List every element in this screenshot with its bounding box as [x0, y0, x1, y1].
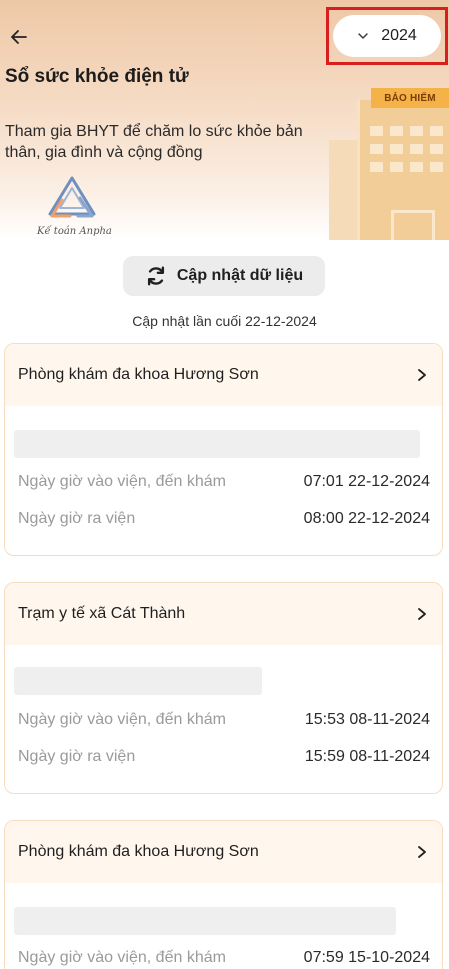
year-selector[interactable]: 2024: [333, 15, 441, 57]
checkout-row: Ngày giờ ra viện 08:00 22-12-2024: [18, 510, 430, 528]
insurance-sign: BẢO HIỂM: [371, 88, 449, 108]
record-card-header[interactable]: Trạm y tế xã Cát Thành: [5, 583, 442, 645]
chevron-right-icon: [418, 608, 426, 620]
loading-placeholder: [14, 667, 262, 695]
checkin-value: 15:53 08-11-2024: [304, 711, 430, 728]
checkin-label: Ngày giờ vào viện, đến khám: [18, 711, 226, 728]
update-data-button[interactable]: Cập nhật dữ liệu: [123, 256, 325, 296]
chevron-right-icon: [418, 846, 426, 858]
back-arrow-icon: [11, 30, 27, 44]
checkout-label: Ngày giờ ra viện: [18, 510, 136, 527]
insurance-building-illustration: BẢO HIỂM: [329, 88, 449, 240]
selected-year: 2024: [381, 27, 417, 44]
facility-name: Phòng khám đa khoa Hương Sơn: [18, 843, 259, 860]
checkin-row: Ngày giờ vào viện, đến khám 07:59 15-10-…: [18, 949, 430, 967]
last-updated-text: Cập nhật lần cuối 22-12-2024: [132, 313, 317, 329]
facility-name: Trạm y tế xã Cát Thành: [18, 605, 186, 622]
checkout-label: Ngày giờ ra viện: [18, 748, 136, 765]
refresh-icon: [147, 266, 164, 286]
record-card-header[interactable]: Phòng khám đa khoa Hương Sơn: [5, 344, 442, 406]
chevron-right-icon: [418, 369, 426, 381]
checkout-value: 08:00 22-12-2024: [303, 510, 430, 527]
facility-name: Phòng khám đa khoa Hương Sơn: [18, 366, 259, 383]
checkout-value: 15:59 08-11-2024: [304, 748, 430, 765]
checkin-label: Ngày giờ vào viện, đến khám: [18, 949, 226, 966]
record-card-header[interactable]: Phòng khám đa khoa Hương Sơn: [5, 821, 442, 883]
page-title: Sổ sức khỏe điện tử: [5, 66, 189, 87]
checkin-label: Ngày giờ vào viện, đến khám: [18, 473, 226, 490]
chevron-down-icon: [358, 33, 368, 39]
page-subtitle: Tham gia BHYT để chăm lo sức khỏe bản th…: [5, 123, 303, 161]
loading-placeholder: [14, 907, 396, 935]
checkin-value: 07:59 15-10-2024: [303, 949, 430, 966]
record-card[interactable]: Trạm y tế xã Cát Thành Ngày giờ vào viện…: [4, 582, 443, 794]
record-card[interactable]: Phòng khám đa khoa Hương Sơn Ngày giờ và…: [4, 820, 443, 969]
checkin-row: Ngày giờ vào viện, đến khám 07:01 22-12-…: [18, 473, 430, 491]
checkin-row: Ngày giờ vào viện, đến khám 15:53 08-11-…: [18, 711, 430, 729]
update-data-label: Cập nhật dữ liệu: [176, 267, 304, 284]
loading-placeholder: [14, 430, 420, 458]
back-button[interactable]: [6, 24, 32, 50]
record-card[interactable]: Phòng khám đa khoa Hương Sơn Ngày giờ và…: [4, 343, 443, 556]
logo-text: Kế toán Anpha: [37, 226, 112, 237]
checkout-row: Ngày giờ ra viện 15:59 08-11-2024: [18, 748, 430, 766]
checkin-value: 07:01 22-12-2024: [303, 473, 430, 490]
